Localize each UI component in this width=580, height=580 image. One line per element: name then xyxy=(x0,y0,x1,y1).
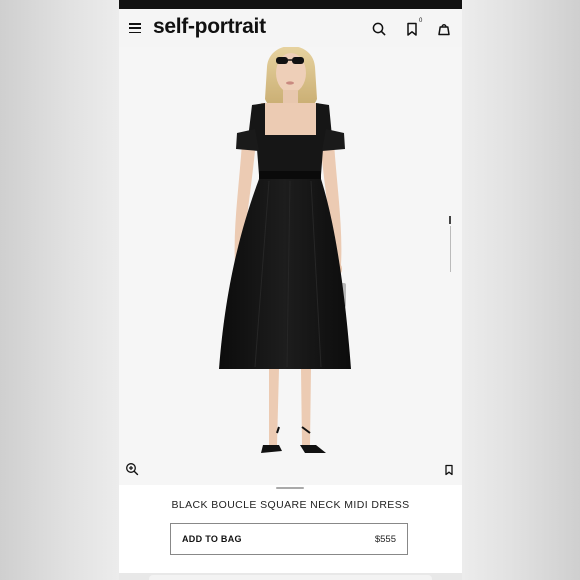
product-image-gallery[interactable] xyxy=(119,47,462,485)
status-bar xyxy=(119,0,462,9)
gallery-scroll-indicator[interactable] xyxy=(449,216,451,272)
wishlist-count: 0 xyxy=(419,18,423,24)
product-photo xyxy=(219,47,351,453)
product-title: BLACK BOUCLE SQUARE NECK MIDI DRESS xyxy=(171,499,410,511)
gallery-indicator-track xyxy=(449,226,451,272)
wishlist-icon[interactable] xyxy=(404,21,420,37)
product-price: $555 xyxy=(374,533,396,545)
product-info-panel: BLACK BOUCLE SQUARE NECK MIDI DRESS ADD … xyxy=(119,485,462,580)
add-to-bag-label: ADD TO BAG xyxy=(182,534,242,544)
add-to-bag-button[interactable]: ADD TO BAG $555 xyxy=(170,523,408,555)
gallery-indicator-active xyxy=(449,216,451,224)
right-backdrop xyxy=(462,0,580,580)
bag-icon[interactable] xyxy=(436,21,452,37)
phone-screen: self-portrait 0 BLACK BOUCLE SQUARE NECK… xyxy=(119,0,462,580)
left-backdrop xyxy=(0,0,119,580)
site-header: self-portrait 0 xyxy=(119,9,462,47)
bottom-bar xyxy=(119,573,462,580)
menu-icon[interactable] xyxy=(129,23,141,35)
save-icon[interactable] xyxy=(443,463,455,476)
sheet-drag-handle[interactable] xyxy=(276,487,304,489)
zoom-in-icon[interactable] xyxy=(125,462,139,476)
bottom-sheet-edge xyxy=(149,575,432,580)
search-icon[interactable] xyxy=(371,21,387,37)
brand-logo[interactable]: self-portrait xyxy=(153,15,266,39)
